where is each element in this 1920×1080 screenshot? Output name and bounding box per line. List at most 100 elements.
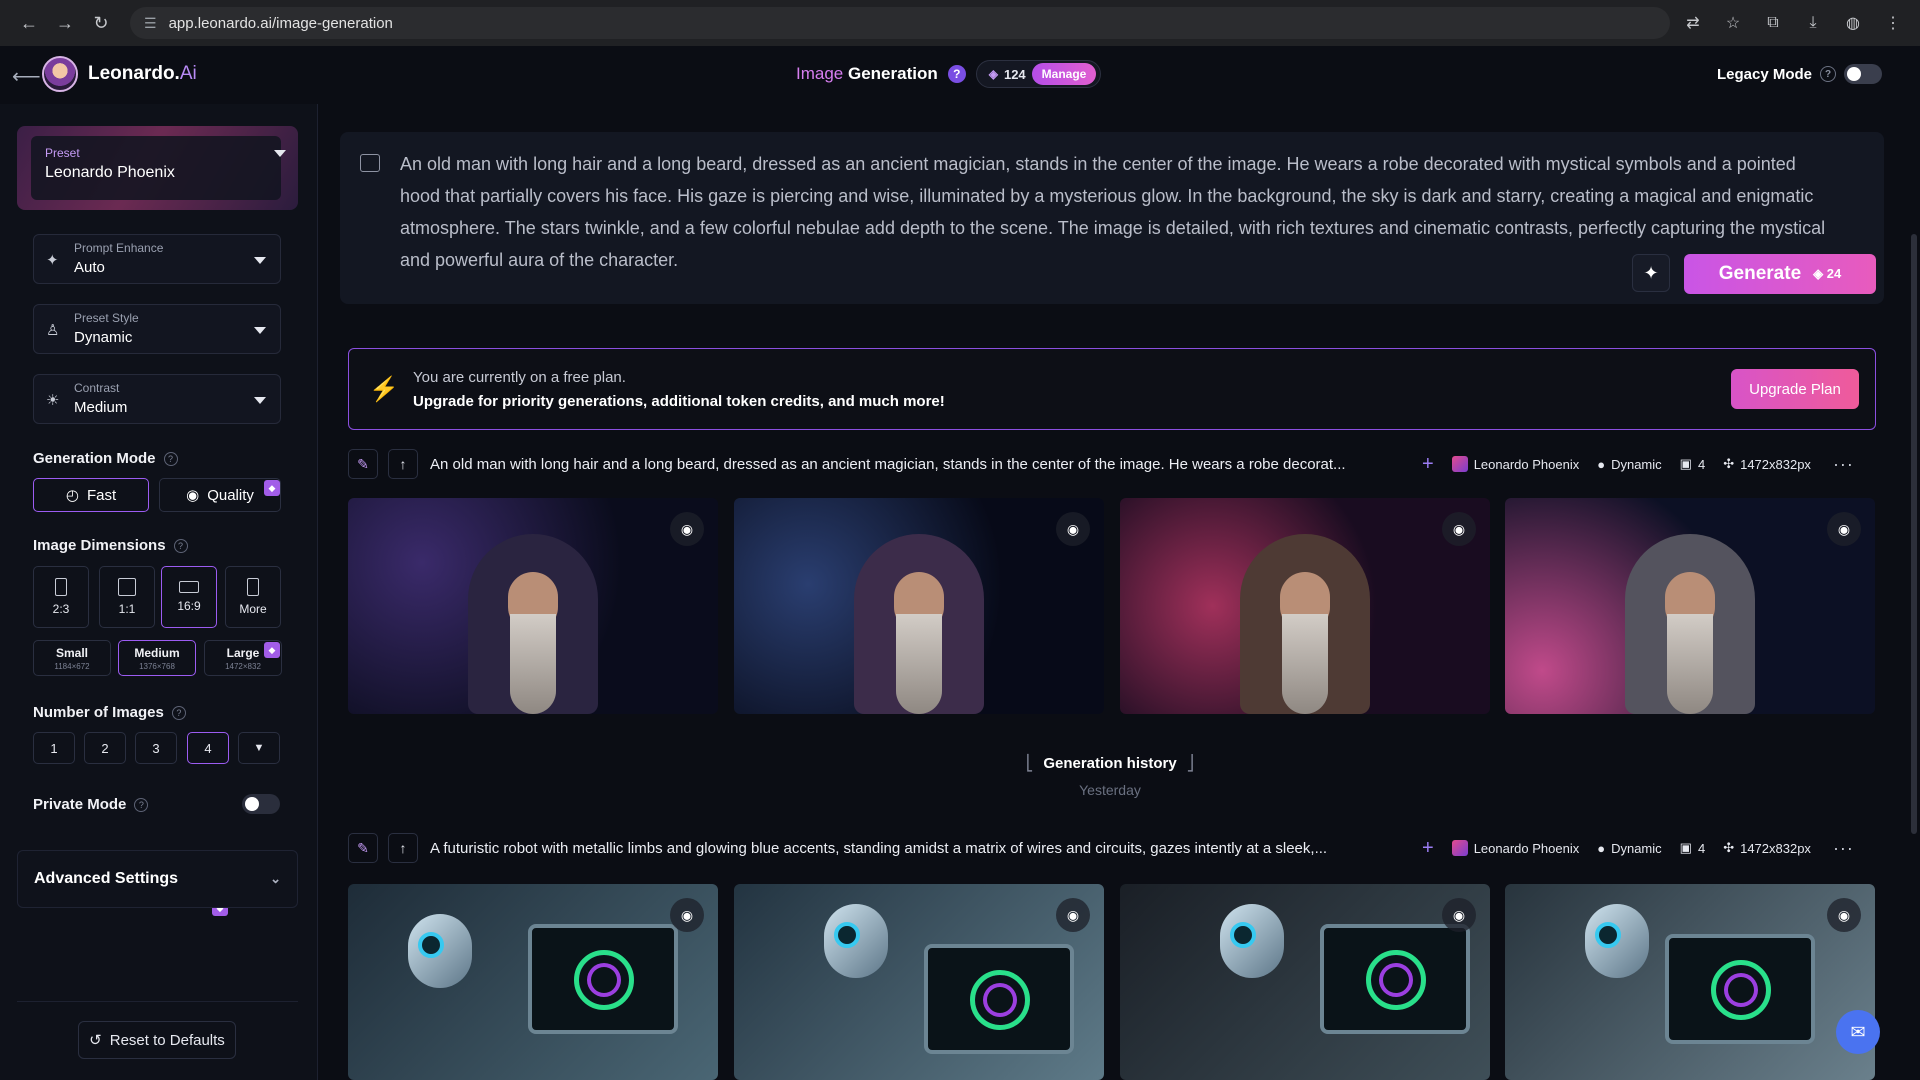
private-mode-toggle[interactable] [242,794,280,814]
preset-selector[interactable]: Preset Leonardo Phoenix [17,126,298,210]
prompt-input[interactable]: An old man with long hair and a long bea… [400,148,1840,276]
page-scrollbar[interactable] [1910,104,1918,1080]
generated-image[interactable]: ◉ [1120,498,1490,714]
spiral-shape [1711,960,1771,1020]
advanced-settings-label: Advanced Settings [34,870,179,887]
generation-dims: ✣ 1472x832px [1723,456,1811,472]
help-icon[interactable]: ? [134,797,149,812]
scroll-thumb[interactable] [1911,234,1917,834]
profile-icon[interactable]: ◍ [1840,10,1866,36]
images-3-button[interactable]: 3 [135,732,177,764]
translate-icon[interactable]: ⇄ [1680,10,1706,36]
generated-image[interactable]: ◉ [1120,884,1490,1080]
page-title-part1: Image [796,64,844,83]
style-name: Dynamic [1611,840,1662,856]
mode-quality-button[interactable]: ◉ Quality [159,478,281,512]
generate-button[interactable]: Generate ◈ 24 [1684,254,1876,294]
robot-eye [834,922,860,948]
help-icon[interactable]: ? [947,65,966,83]
more-options-icon[interactable]: ··· [1833,454,1854,475]
number-of-images-title: Number of Images ? [33,704,186,721]
add-icon[interactable]: + [1422,837,1434,860]
size-medium-button[interactable]: Medium 1376×768 [118,640,196,676]
manage-button[interactable]: Manage [1031,63,1097,85]
generated-image[interactable]: ◉ [1505,498,1875,714]
reuse-prompt-icon[interactable]: ↑ [388,449,418,479]
images-more-dropdown[interactable]: ▼ [238,732,280,764]
robot-eye [1230,922,1256,948]
images-2-button[interactable]: 2 [84,732,126,764]
help-icon[interactable]: ? [171,705,186,720]
extensions-icon[interactable]: ⧉ [1760,10,1786,36]
mode-fast-button[interactable]: ◴ Fast [33,478,149,512]
browser-toolbar: ← → ↻ ☰ app.leonardo.ai/image-generation… [0,0,1920,46]
view-image-icon[interactable]: ◉ [670,512,704,546]
logo[interactable]: Leonardo.Ai [88,63,197,85]
speed-icon: ◴ [65,487,79,504]
bracket-left: ⎣ [1025,755,1034,772]
dims-value: 1472x832px [1740,840,1811,856]
preset-style-select[interactable]: ♙ Preset Style Dynamic [33,304,281,354]
address-bar[interactable]: ☰ app.leonardo.ai/image-generation [130,7,1670,39]
ratio-16-9-button[interactable]: 16:9 [161,566,217,628]
collapse-sidebar-icon[interactable]: ⟵ [12,64,41,89]
support-chat-icon[interactable]: ✉ [1836,1010,1880,1054]
view-image-icon[interactable]: ◉ [1056,512,1090,546]
size-px: 1184×672 [54,661,90,671]
reuse-prompt-icon[interactable]: ↑ [388,833,418,863]
contrast-select[interactable]: ☀ Contrast Medium [33,374,281,424]
images-1-button[interactable]: 1 [33,732,75,764]
more-options-icon[interactable]: ··· [1833,838,1854,859]
reset-label: Reset to Defaults [109,1031,225,1049]
add-icon[interactable]: + [1422,453,1434,476]
wizard-figure [854,534,984,714]
remix-icon[interactable]: ✎ [348,449,378,479]
sidebar-divider [17,1001,298,1002]
prompt-box[interactable]: An old man with long hair and a long bea… [340,132,1884,304]
help-icon[interactable]: ? [163,451,178,466]
ratio-2-3-button[interactable]: 2:3 [33,566,89,628]
legacy-help-icon[interactable]: ? [1820,66,1836,82]
advanced-settings[interactable]: Advanced Settings ⌄ [17,850,298,908]
number-of-images-label: Number of Images [33,704,164,721]
view-image-icon[interactable]: ◉ [1442,898,1476,932]
size-small-button[interactable]: Small 1184×672 [33,640,111,676]
view-image-icon[interactable]: ◉ [670,898,704,932]
ratio-more-button[interactable]: More [225,566,281,628]
contrast-label: Contrast [74,381,120,395]
images-4-button[interactable]: 4 [187,732,229,764]
generated-image[interactable]: ◉ [734,884,1104,1080]
help-icon[interactable]: ? [173,538,188,553]
image-dimensions-label: Image Dimensions [33,537,166,554]
prompt-enhance-select[interactable]: ✦ Prompt Enhance Auto [33,234,281,284]
view-image-icon[interactable]: ◉ [1827,512,1861,546]
browser-menu-icon[interactable]: ⋮ [1880,10,1906,36]
browser-back-icon[interactable]: ← [14,8,44,38]
contrast-icon: ☀ [46,392,60,409]
site-settings-icon[interactable]: ☰ [144,15,157,32]
download-icon[interactable]: ⤓ [1800,10,1826,36]
view-image-icon[interactable]: ◉ [1056,898,1090,932]
prompt-magic-button[interactable]: ✦ [1632,254,1670,292]
generated-image[interactable]: ◉ [348,498,718,714]
bookmark-star-icon[interactable]: ☆ [1720,10,1746,36]
browser-reload-icon[interactable]: ↻ [86,8,116,38]
upgrade-plan-button[interactable]: Upgrade Plan [1731,369,1859,409]
ratio-1-1-button[interactable]: 1:1 [99,566,155,628]
generation-prompt[interactable]: A futuristic robot with metallic limbs a… [430,840,1410,857]
legacy-mode-toggle[interactable] [1844,64,1882,84]
generated-image[interactable]: ◉ [348,884,718,1080]
beard-shape [1282,614,1328,714]
view-image-icon[interactable]: ◉ [1827,898,1861,932]
square-ratio-icon [118,578,136,596]
reset-defaults-button[interactable]: ↺ Reset to Defaults [78,1021,236,1059]
generated-image[interactable]: ◉ [1505,884,1875,1080]
dims-value: 1472x832px [1740,456,1811,472]
browser-forward-icon[interactable]: → [50,8,80,38]
remix-icon[interactable]: ✎ [348,833,378,863]
generation-prompt[interactable]: An old man with long hair and a long bea… [430,456,1410,473]
generation-style: ● Dynamic [1597,457,1661,472]
generated-image[interactable]: ◉ [734,498,1104,714]
image-prompt-icon[interactable] [360,154,380,172]
view-image-icon[interactable]: ◉ [1442,512,1476,546]
